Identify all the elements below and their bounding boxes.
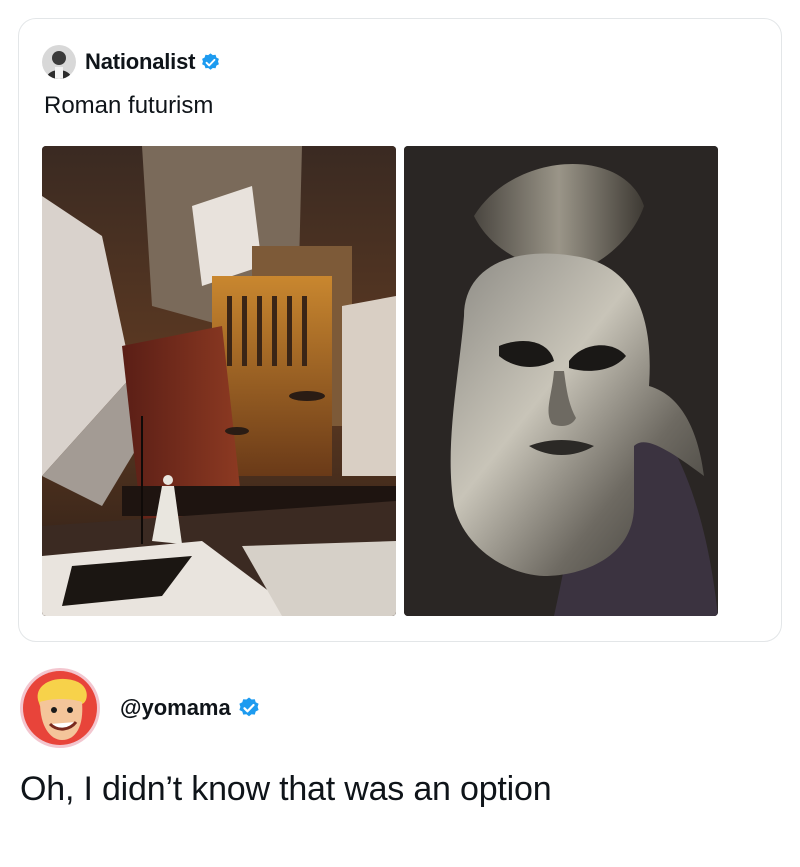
verified-badge-icon [202, 52, 220, 70]
author-name[interactable]: Nationalist [85, 49, 195, 75]
verified-badge-icon [239, 697, 259, 717]
author-avatar[interactable] [42, 45, 76, 79]
reply-avatar[interactable] [20, 668, 100, 748]
quoted-post-author[interactable]: Nationalist [42, 44, 221, 80]
reply-handle[interactable]: @yomama [120, 695, 231, 721]
post-image-helmet-mask[interactable] [404, 146, 718, 616]
reply-author[interactable]: @yomama [20, 668, 261, 748]
reply-text: Oh, I didn’t know that was an option [20, 770, 552, 808]
quoted-post-text: Roman futurism [44, 92, 214, 119]
post-image-roman-city[interactable] [42, 146, 396, 616]
